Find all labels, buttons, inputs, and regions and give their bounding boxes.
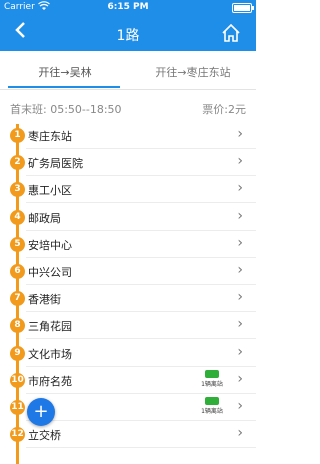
stop-row[interactable]: 5 安培中心 › [0,231,256,258]
stop-row[interactable]: 6 中兴公司 › [0,258,256,285]
stop-row[interactable]: 8 三角花园 › [0,312,256,340]
stop-number: 8 [10,318,25,334]
stop-number: 5 [10,236,25,252]
chevron-right-icon: › [237,343,243,360]
stop-row[interactable]: 4 邮政局 › [0,204,256,231]
battery-icon [232,3,254,13]
chevron-right-icon: › [237,153,243,170]
status-time: 6:15 PM [107,2,149,12]
add-button[interactable]: + [27,398,55,426]
chevron-right-icon: › [237,316,243,333]
chevron-right-icon: › [237,262,243,278]
stop-number: 12 [10,427,25,443]
chevron-right-icon: › [237,180,243,197]
home-icon [222,23,240,42]
home-button[interactable] [220,22,242,44]
stop-name: 香港街 [28,293,61,307]
chevron-right-icon: › [237,370,243,387]
stop-number: 3 [10,182,25,198]
stop-number: 4 [10,209,25,225]
stop-name: 市府名苑 [28,374,72,388]
tab-selected-indicator [8,86,120,88]
stop-row[interactable]: 2 矿务局医院 › [0,149,256,177]
tabs-divider [0,89,256,90]
bus-icon [205,369,219,378]
row-divider [26,447,256,449]
stop-row[interactable]: 7 香港街 › [0,285,256,313]
stop-number: 6 [10,264,25,279]
stop-number: 9 [10,345,25,361]
direction-tabs: 开往→吴林 开往→枣庄东站 [0,51,256,91]
bus-status-text: 1辆离站 [201,408,223,415]
stop-number: 11 [10,400,25,415]
stop-row[interactable]: 3 惠工小区 › [0,176,256,204]
page-title: 1路 [116,28,140,44]
stop-name: 邮政局 [28,211,61,225]
stop-number: 10 [10,372,25,388]
stop-name: 三角花园 [28,320,72,334]
chevron-right-icon: › [237,289,243,306]
chevron-right-icon: › [237,234,243,251]
stop-name: 枣庄东站 [28,130,72,143]
stop-name: 惠工小区 [28,184,72,198]
chevron-right-icon: › [237,126,243,142]
service-hours: 首末班: 05:50--18:50 [10,103,122,116]
fare-label: 票价:2元 [202,103,246,116]
chevron-right-icon: › [237,398,243,414]
tab-direction-2[interactable]: 开往→枣庄东站 [138,64,248,80]
stop-name: 安培中心 [28,238,72,252]
chevron-right-icon: › [237,425,243,442]
stop-number: 1 [10,128,25,143]
stop-name: 中兴公司 [28,266,72,279]
tab-direction-1[interactable]: 开往→吴林 [10,64,120,80]
stop-number: 7 [10,291,25,307]
stop-name: 立交桥 [28,429,61,443]
bus-icon [205,397,219,405]
status-bar: Carrier 6:15 PM [0,0,256,15]
stop-name: 文化市场 [28,347,72,361]
stop-name: 矿务局医院 [28,157,83,171]
bus-indicator: 1辆离站 [198,397,226,415]
chevron-right-icon: › [237,207,243,224]
nav-bar: 1路 [0,15,256,51]
stop-row[interactable]: 1 枣庄东站 › [0,122,256,149]
stop-number: 2 [10,155,25,171]
bus-indicator: 1辆离站 [198,369,226,388]
stop-row[interactable]: 10 市府名苑 1辆离站 › [0,367,256,394]
stop-row[interactable]: 9 文化市场 › [0,340,256,367]
bus-status-text: 1辆离站 [201,380,223,388]
route-info: 首末班: 05:50--18:50 票价:2元 [0,92,256,120]
